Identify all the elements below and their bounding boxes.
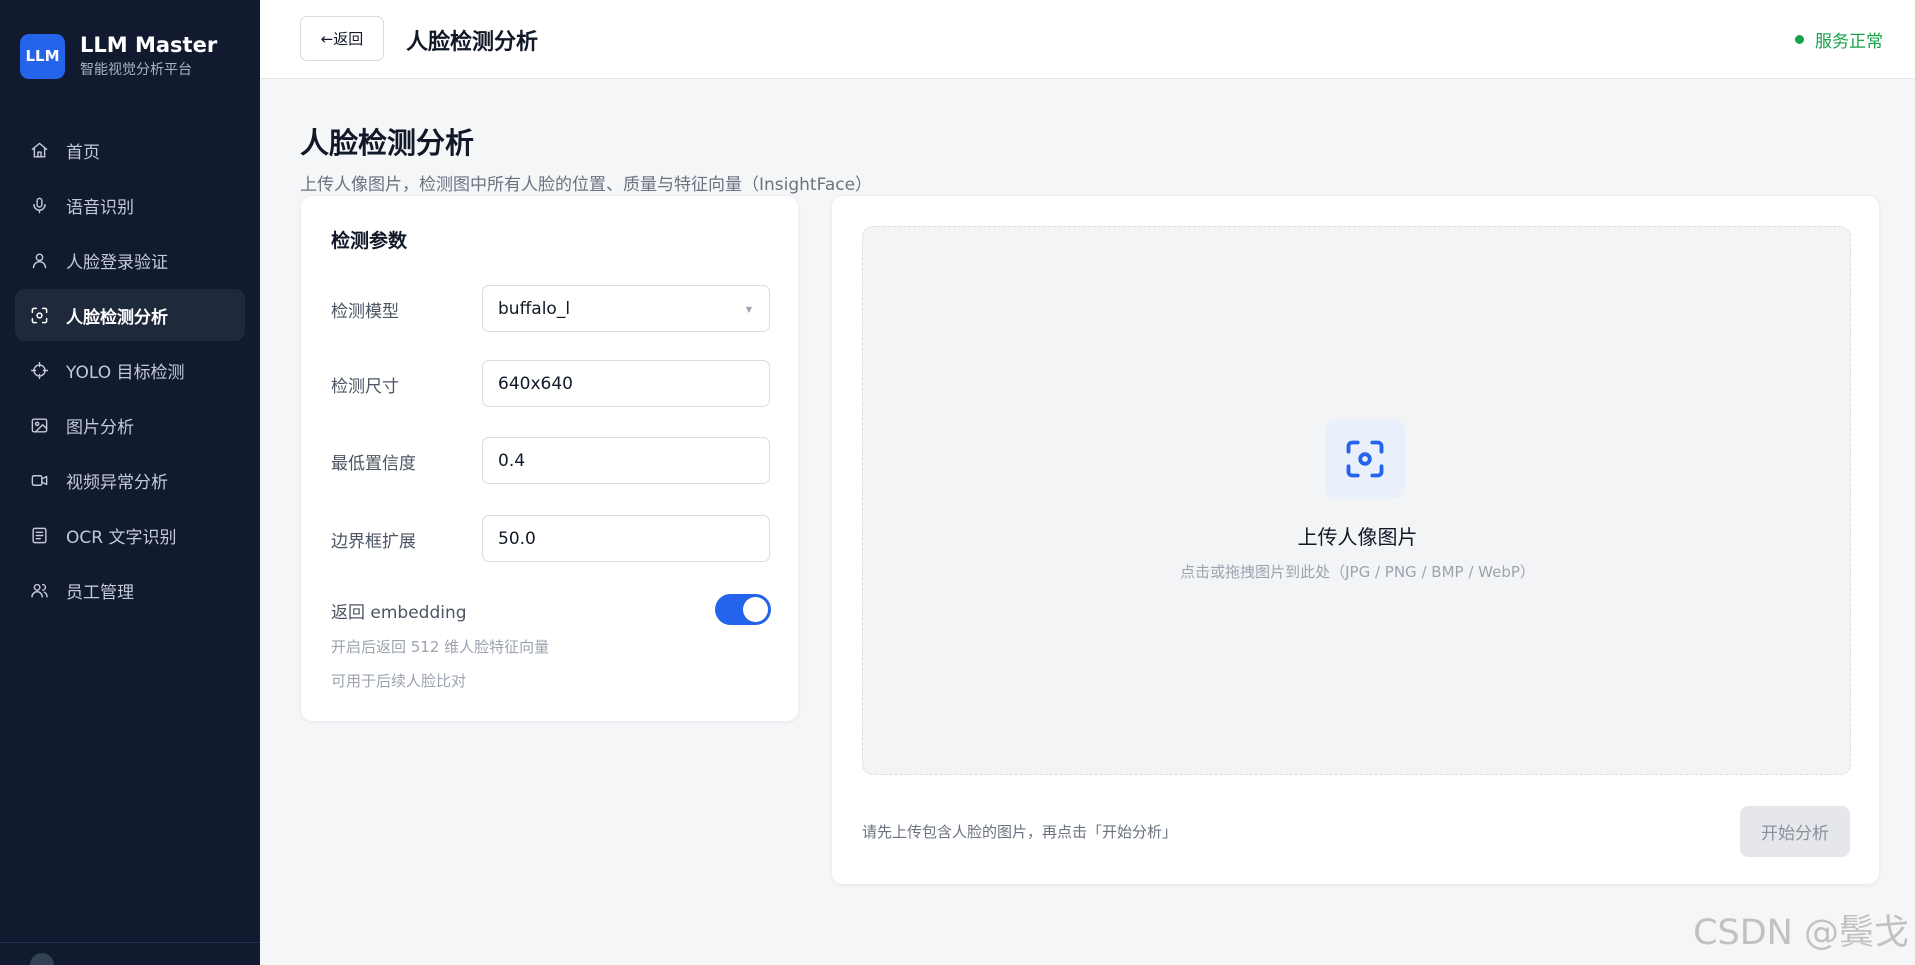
video-icon [31, 474, 48, 486]
service-status: 服务正常 [1795, 27, 1883, 52]
upload-card: 上传人像图片 点击或拖拽图片到此处（JPG / PNG / BMP / WebP… [831, 195, 1880, 885]
size-label: 检测尺寸 [331, 377, 399, 397]
sidebar-item-label: 语音识别 [66, 197, 134, 218]
sidebar-item-image-analysis[interactable]: 图片分析 [15, 399, 245, 451]
mic-icon [33, 197, 46, 213]
sidebar-item-label: 员工管理 [66, 582, 134, 603]
brand-text: LLM Master 智能视觉分析平台 [80, 32, 217, 80]
home-icon [31, 142, 48, 158]
model-select-value: buffalo_l [498, 298, 571, 319]
arrow-left-icon: ← [320, 29, 334, 48]
sidebar-item-label: OCR 文字识别 [66, 527, 177, 548]
embedding-hint-1: 开启后返回 512 维人脸特征向量 [331, 638, 550, 656]
confidence-input-value: 0.4 [498, 450, 526, 471]
avatar[interactable] [30, 953, 54, 965]
sidebar-item-label: YOLO 目标检测 [66, 362, 185, 383]
sidebar-item-face-login[interactable]: 人脸登录验证 [15, 234, 245, 286]
sidebar-item-label: 人脸检测分析 [66, 307, 168, 328]
chevron-down-icon: ▼ [745, 305, 752, 314]
status-text: 服务正常 [1815, 32, 1883, 52]
sidebar-item-face-detect[interactable]: 人脸检测分析 [15, 289, 245, 341]
document-icon [32, 527, 47, 543]
embedding-toggle[interactable] [715, 594, 771, 625]
sidebar-item-home[interactable]: 首页 [15, 124, 245, 176]
sidebar-item-speech[interactable]: 语音识别 [15, 179, 245, 231]
header-title: 人脸检测分析 [406, 30, 539, 55]
sidebar-nav: 首页 语音识别 人脸登录验证 人脸检测分析 YOLO 目标检测 图片分析 视频异… [15, 124, 245, 619]
params-title: 检测参数 [331, 230, 408, 252]
watermark: CSDN @鬓戈 [1693, 913, 1909, 953]
status-dot-icon [1795, 35, 1804, 44]
size-input[interactable]: 640x640 [482, 360, 770, 407]
image-dropzone[interactable]: 上传人像图片 点击或拖拽图片到此处（JPG / PNG / BMP / WebP… [862, 226, 1851, 775]
expand-input[interactable]: 50.0 [482, 515, 770, 562]
user-icon [32, 252, 47, 268]
analysis-hint: 请先上传包含人脸的图片，再点击「开始分析」 [862, 823, 1178, 841]
confidence-label: 最低置信度 [331, 454, 416, 474]
upload-icon-box [1325, 419, 1405, 499]
embedding-label: 返回 embedding [331, 603, 467, 623]
upload-hint: 点击或拖拽图片到此处（JPG / PNG / BMP / WebP） [1180, 563, 1535, 581]
sidebar-item-video-analysis[interactable]: 视频异常分析 [15, 454, 245, 506]
back-button[interactable]: ← 返回 [300, 16, 384, 61]
sidebar-item-label: 视频异常分析 [66, 472, 168, 493]
brand-name: LLM Master [80, 33, 218, 57]
sidebar-item-staff[interactable]: 员工管理 [15, 564, 245, 616]
crosshair-icon [30, 361, 49, 379]
face-scan-icon [31, 307, 48, 323]
page-subtitle: 上传人像图片，检测图中所有人脸的位置、质量与特征向量（InsightFace） [300, 175, 873, 195]
brand[interactable]: LLM LLM Master 智能视觉分析平台 [20, 32, 217, 80]
face-scan-icon [1346, 440, 1384, 478]
users-icon [31, 583, 48, 598]
sidebar-item-label: 图片分析 [66, 417, 134, 438]
sidebar-item-yolo[interactable]: YOLO 目标检测 [15, 344, 245, 396]
size-input-value: 640x640 [498, 373, 573, 394]
page-title: 人脸检测分析 [300, 126, 475, 160]
detection-params-card: 检测参数 检测模型 buffalo_l ▼ 检测尺寸 640x640 最低置信度… [300, 195, 799, 722]
expand-input-value: 50.0 [498, 528, 536, 549]
expand-label: 边界框扩展 [331, 532, 416, 552]
brand-logo: LLM [20, 33, 65, 79]
top-header: ← 返回 人脸检测分析 服务正常 [260, 0, 1915, 79]
upload-title: 上传人像图片 [1297, 525, 1418, 549]
sidebar-item-ocr[interactable]: OCR 文字识别 [15, 509, 245, 561]
back-button-label: 返回 [333, 30, 364, 48]
start-analysis-button[interactable]: 开始分析 [1740, 806, 1850, 857]
model-label: 检测模型 [331, 302, 399, 322]
sidebar-divider [0, 942, 260, 943]
image-icon [31, 417, 48, 433]
embedding-hint-2: 可用于后续人脸比对 [331, 672, 467, 690]
app-root: LLM LLM Master 智能视觉分析平台 首页 语音识别 人脸登录验证 人… [0, 0, 1915, 965]
model-select[interactable]: buffalo_l ▼ [482, 285, 770, 332]
sidebar: LLM LLM Master 智能视觉分析平台 首页 语音识别 人脸登录验证 人… [0, 0, 260, 965]
toggle-knob [743, 597, 768, 622]
confidence-input[interactable]: 0.4 [482, 437, 770, 484]
sidebar-item-label: 首页 [66, 142, 100, 163]
sidebar-item-label: 人脸登录验证 [66, 252, 168, 273]
brand-subtitle: 智能视觉分析平台 [80, 62, 192, 78]
